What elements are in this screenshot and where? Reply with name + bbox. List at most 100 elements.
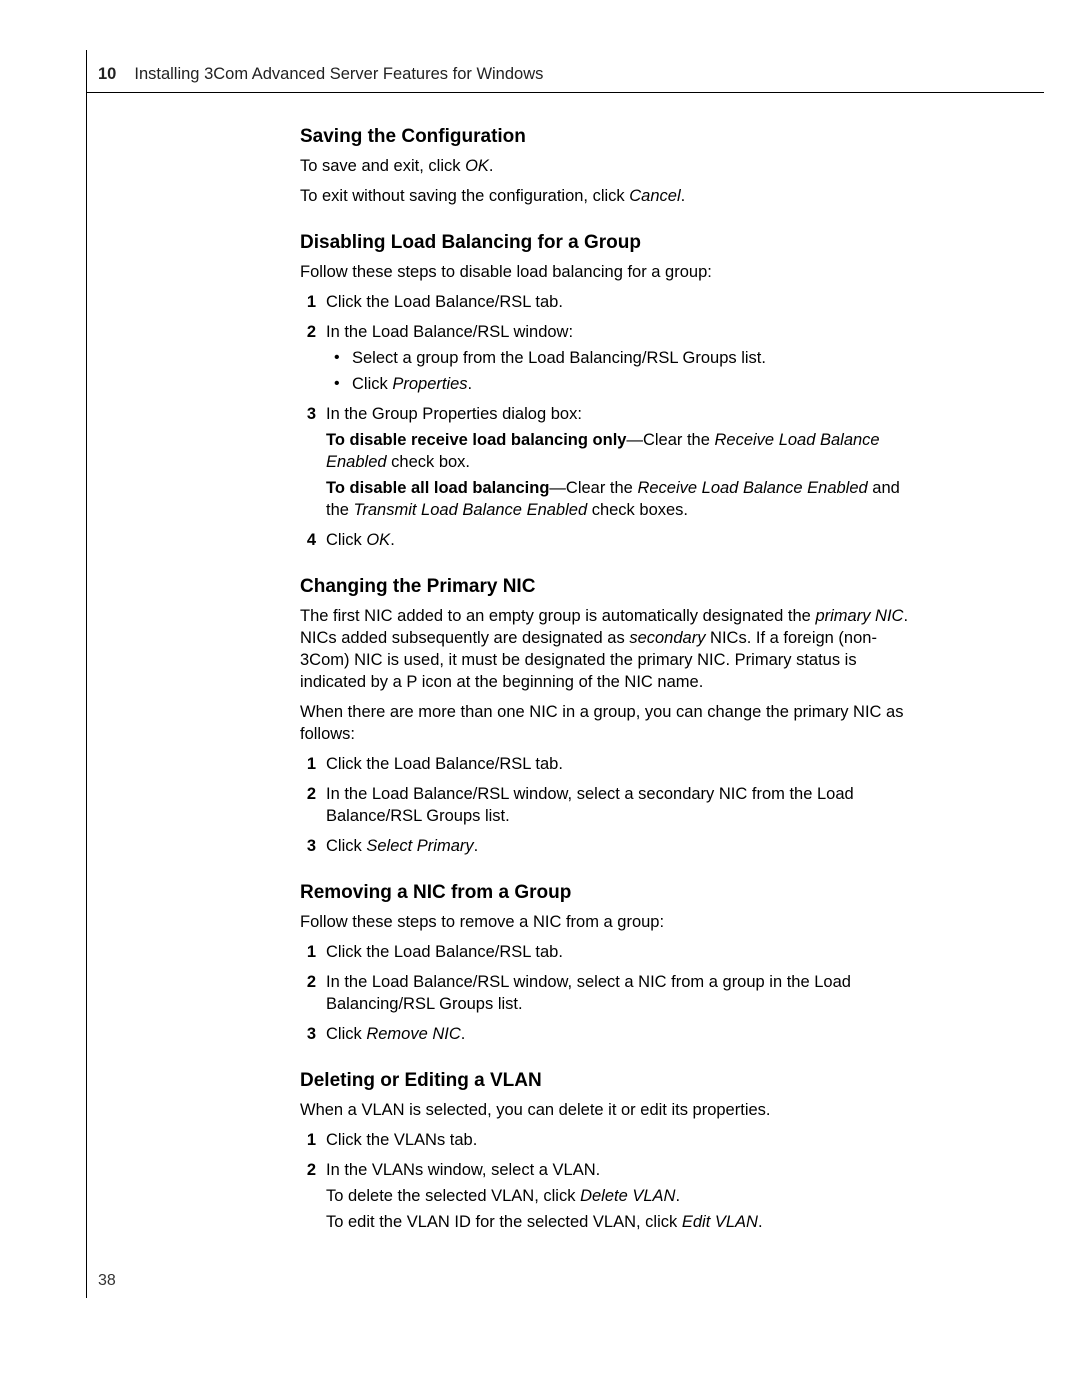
text: Click [326, 837, 366, 855]
heading-saving-configuration: Saving the Configuration [300, 125, 920, 149]
step-number: 1 [286, 291, 316, 313]
ui-label: Edit VLAN [682, 1213, 758, 1231]
emphasis: primary NIC [815, 607, 903, 625]
page-number-top: 10 [98, 65, 116, 83]
list-item: 2 In the Load Balance/RSL window: Select… [300, 321, 920, 395]
header-rule-vertical [86, 50, 87, 93]
running-header: 10 Installing 3Com Advanced Server Featur… [98, 64, 543, 84]
text: To delete the selected VLAN, click [326, 1187, 580, 1205]
step-number: 4 [286, 529, 316, 551]
list-item: Select a group from the Load Balancing/R… [326, 347, 920, 369]
text: To save and exit, click [300, 157, 465, 175]
para: To edit the VLAN ID for the selected VLA… [326, 1211, 920, 1233]
ui-label-cancel: Cancel [629, 187, 680, 205]
text: Click [326, 531, 366, 549]
text: . [474, 837, 479, 855]
para: When there are more than one NIC in a gr… [300, 701, 920, 745]
text: . [390, 531, 395, 549]
list-item: 3 Click Remove NIC. [300, 1023, 920, 1045]
step-number: 1 [286, 1129, 316, 1151]
text: check box. [387, 453, 470, 471]
ordered-list: 1 Click the Load Balance/RSL tab. 2 In t… [300, 941, 920, 1045]
list-item: 2 In the VLANs window, select a VLAN. To… [300, 1159, 920, 1233]
para: To delete the selected VLAN, click Delet… [326, 1185, 920, 1207]
text: To edit the VLAN ID for the selected VLA… [326, 1213, 682, 1231]
para: The first NIC added to an empty group is… [300, 605, 920, 693]
text: In the VLANs window, select a VLAN. [326, 1161, 600, 1179]
emphasis-strong: To disable all load balancing [326, 479, 549, 497]
list-item: 1 Click the Load Balance/RSL tab. [300, 291, 920, 313]
text: check boxes. [587, 501, 688, 519]
text: In the Load Balance/RSL window, select a… [326, 973, 851, 1013]
ordered-list: 1 Click the VLANs tab. 2 In the VLANs wi… [300, 1129, 920, 1233]
heading-changing-primary-nic: Changing the Primary NIC [300, 575, 920, 599]
text: . [758, 1213, 763, 1231]
page-number-bottom: 38 [98, 1272, 116, 1290]
margin-vertical-rule [86, 93, 87, 1298]
list-item: 4 Click OK. [300, 529, 920, 551]
text: To exit without saving the configuration… [300, 187, 629, 205]
section-changing-primary-nic: Changing the Primary NIC The first NIC a… [300, 575, 920, 857]
para: Follow these steps to disable load balan… [300, 261, 920, 283]
text: . [489, 157, 494, 175]
para: To exit without saving the configuration… [300, 185, 920, 207]
heading-deleting-editing-vlan: Deleting or Editing a VLAN [300, 1069, 920, 1093]
heading-removing-nic: Removing a NIC from a Group [300, 881, 920, 905]
text: . [675, 1187, 680, 1205]
step-number: 2 [286, 971, 316, 993]
ui-label-ok: OK [366, 531, 390, 549]
section-disabling-load-balancing: Disabling Load Balancing for a Group Fol… [300, 231, 920, 551]
document-page: 10 Installing 3Com Advanced Server Featur… [0, 0, 1080, 1397]
ui-label-ok: OK [465, 157, 489, 175]
ui-label-properties: Properties [392, 375, 467, 393]
text: In the Load Balance/RSL window: [326, 323, 573, 341]
text: . [681, 187, 686, 205]
ui-label: Remove NIC [366, 1025, 460, 1043]
text: The first NIC added to an empty group is… [300, 607, 815, 625]
list-item: 2 In the Load Balance/RSL window, select… [300, 971, 920, 1015]
ordered-list: 1 Click the Load Balance/RSL tab. 2 In t… [300, 291, 920, 551]
para: To save and exit, click OK. [300, 155, 920, 177]
emphasis-strong: To disable receive load balancing only [326, 431, 626, 449]
text: Select a group from the Load Balancing/R… [352, 349, 766, 367]
ui-label: Transmit Load Balance Enabled [354, 501, 588, 519]
step-number: 3 [286, 835, 316, 857]
emphasis: secondary [629, 629, 705, 647]
text: Click the Load Balance/RSL tab. [326, 943, 563, 961]
bullet-list: Select a group from the Load Balancing/R… [326, 347, 920, 395]
ordered-list: 1 Click the Load Balance/RSL tab. 2 In t… [300, 753, 920, 857]
text: . [461, 1025, 466, 1043]
para: Follow these steps to remove a NIC from … [300, 911, 920, 933]
text: Click the VLANs tab. [326, 1131, 477, 1149]
heading-disabling-load-balancing: Disabling Load Balancing for a Group [300, 231, 920, 255]
list-item: Click Properties. [326, 373, 920, 395]
step-number: 3 [286, 1023, 316, 1045]
section-deleting-editing-vlan: Deleting or Editing a VLAN When a VLAN i… [300, 1069, 920, 1233]
list-item: 2 In the Load Balance/RSL window, select… [300, 783, 920, 827]
text: In the Group Properties dialog box: [326, 405, 582, 423]
step-number: 1 [286, 941, 316, 963]
list-item: 1 Click the Load Balance/RSL tab. [300, 753, 920, 775]
step-number: 2 [286, 1159, 316, 1181]
text: Click [352, 375, 392, 393]
header-rule-horizontal [86, 92, 1044, 93]
text: —Clear the [626, 431, 714, 449]
text: Click the Load Balance/RSL tab. [326, 755, 563, 773]
list-item: 1 Click the Load Balance/RSL tab. [300, 941, 920, 963]
section-removing-nic: Removing a NIC from a Group Follow these… [300, 881, 920, 1045]
ui-label: Select Primary [366, 837, 473, 855]
list-item: 3 In the Group Properties dialog box: To… [300, 403, 920, 521]
ui-label: Receive Load Balance Enabled [637, 479, 867, 497]
list-item: 3 Click Select Primary. [300, 835, 920, 857]
para: To disable receive load balancing only—C… [326, 429, 920, 473]
text: . [468, 375, 473, 393]
section-saving-configuration: Saving the Configuration To save and exi… [300, 125, 920, 207]
list-item: 1 Click the VLANs tab. [300, 1129, 920, 1151]
running-title: Installing 3Com Advanced Server Features… [134, 65, 543, 83]
ui-label: Delete VLAN [580, 1187, 675, 1205]
text: Click the Load Balance/RSL tab. [326, 293, 563, 311]
text: Click [326, 1025, 366, 1043]
para: When a VLAN is selected, you can delete … [300, 1099, 920, 1121]
text: —Clear the [549, 479, 637, 497]
para: To disable all load balancing—Clear the … [326, 477, 920, 521]
